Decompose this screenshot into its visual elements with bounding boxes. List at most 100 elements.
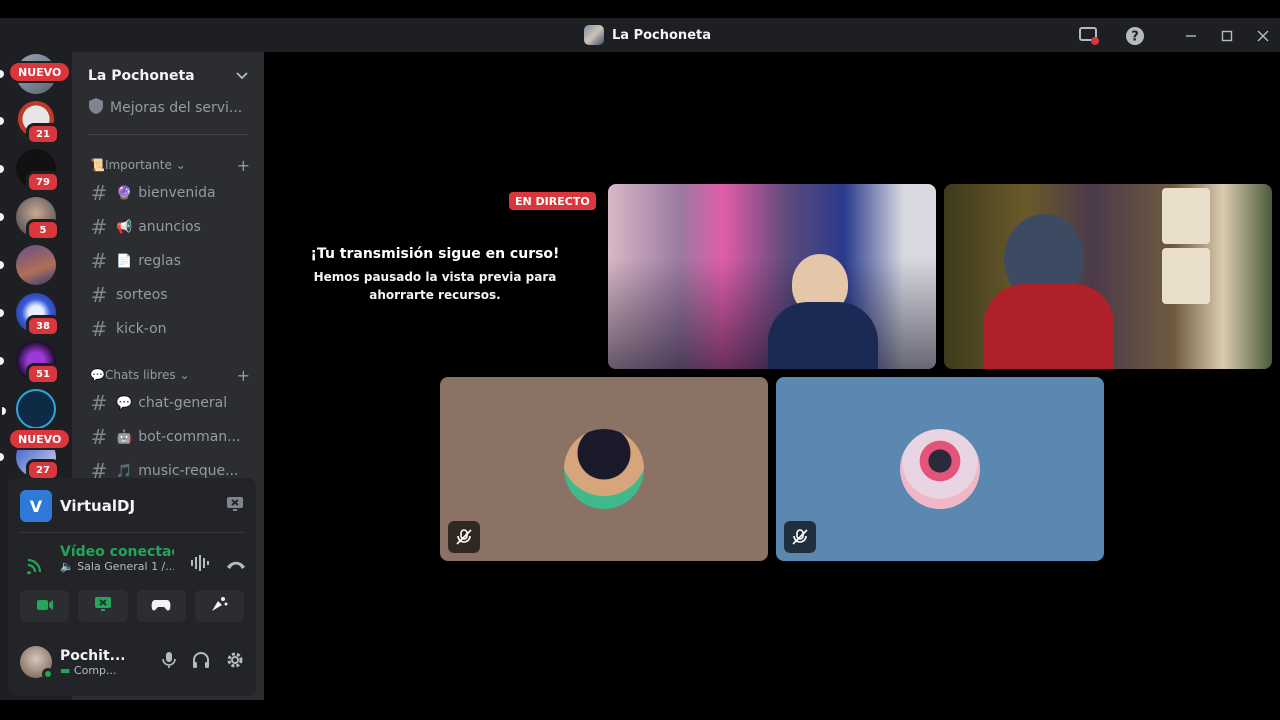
channel-kick-on[interactable]: # kick-on bbox=[80, 313, 256, 345]
plus-icon[interactable]: + bbox=[237, 366, 250, 385]
signal-icon[interactable] bbox=[26, 554, 46, 578]
username: Pochit... bbox=[60, 647, 124, 664]
server-icon-4[interactable]: 5 bbox=[0, 197, 60, 241]
boost-item[interactable]: Mejoras del servi... bbox=[80, 92, 256, 124]
chevron-down-icon: ⌄ bbox=[179, 368, 190, 382]
unread-pill bbox=[0, 357, 4, 365]
video-tile-guest[interactable] bbox=[944, 184, 1272, 369]
stream-paused-message: ¡Tu transmisión sigue en curso! Hemos pa… bbox=[290, 246, 580, 304]
mention-badge: 38 bbox=[26, 315, 60, 337]
speaker-icon: 🔈 bbox=[60, 560, 74, 573]
soundboard-button[interactable] bbox=[194, 590, 244, 622]
camera-button[interactable] bbox=[20, 590, 70, 622]
mention-badge: 51 bbox=[26, 363, 60, 385]
svg-text:?: ? bbox=[1131, 30, 1139, 45]
channel-emoji: 🎵 bbox=[116, 463, 133, 479]
mic-icon[interactable] bbox=[162, 651, 176, 673]
unread-pill bbox=[0, 117, 4, 125]
divider bbox=[88, 134, 248, 135]
channel-label: reglas bbox=[138, 253, 181, 269]
activities-button[interactable] bbox=[136, 590, 186, 622]
muted-mic-icon bbox=[784, 521, 816, 553]
hash-icon: # bbox=[90, 215, 108, 239]
avatar bbox=[900, 429, 980, 509]
hash-icon: # bbox=[90, 181, 108, 205]
voice-status: Vídeo conectac bbox=[60, 544, 174, 560]
user-info: Pochit... ▬ Comp... bbox=[20, 638, 244, 686]
gear-icon[interactable] bbox=[226, 651, 244, 673]
screen-share-icon[interactable] bbox=[1078, 25, 1100, 47]
category-chats-libres[interactable]: 💬Chats libres ⌄ + bbox=[90, 365, 250, 385]
boost-label: Mejoras del servi... bbox=[110, 100, 243, 116]
server-icon-8[interactable] bbox=[2, 389, 56, 429]
channel-sorteos[interactable]: # sorteos bbox=[80, 279, 256, 311]
server-icon-zone[interactable]: 79 bbox=[0, 149, 60, 193]
channel-label: kick-on bbox=[116, 321, 167, 337]
hash-icon: # bbox=[90, 249, 108, 273]
activity-icon: ▬ bbox=[60, 663, 71, 677]
voice-connection: Vídeo conectac 🔈 Sala General 1 /... bbox=[20, 542, 246, 586]
live-badge: EN DIRECTO bbox=[509, 192, 596, 210]
channel-anuncios[interactable]: # 📢 anuncios bbox=[80, 211, 256, 243]
shield-icon bbox=[88, 97, 104, 119]
avatar[interactable] bbox=[20, 646, 54, 680]
channel-label: music-reque... bbox=[138, 463, 239, 479]
mention-badge: 5 bbox=[26, 219, 60, 241]
help-icon[interactable]: ? bbox=[1124, 25, 1146, 47]
divider bbox=[20, 532, 244, 533]
server-icon-2[interactable]: 21 bbox=[0, 101, 60, 145]
person-body bbox=[984, 284, 1114, 369]
app-name: VirtualDJ bbox=[60, 497, 136, 515]
title-bar: La Pochoneta ? bbox=[0, 18, 1280, 52]
stop-stream-icon[interactable] bbox=[226, 496, 244, 516]
unread-pill bbox=[0, 213, 4, 221]
server-icon-6[interactable]: 38 bbox=[0, 293, 60, 337]
voice-channel-label[interactable]: 🔈 Sala General 1 /... bbox=[60, 560, 174, 573]
close-icon[interactable] bbox=[1252, 25, 1274, 47]
server-icon-7[interactable]: 51 bbox=[0, 341, 60, 385]
voice-tile-user1[interactable] bbox=[440, 377, 768, 561]
server-icon bbox=[584, 25, 604, 45]
channel-chat-general[interactable]: # 💬 chat-general bbox=[80, 387, 256, 419]
hangup-icon[interactable] bbox=[226, 556, 246, 575]
unread-pill bbox=[0, 453, 4, 461]
maximize-icon[interactable] bbox=[1216, 25, 1238, 47]
plus-icon[interactable]: + bbox=[237, 156, 250, 175]
window-title: La Pochoneta bbox=[584, 25, 711, 45]
camera-icon bbox=[36, 597, 54, 616]
unread-pill bbox=[2, 407, 6, 415]
unread-pill bbox=[0, 165, 4, 173]
channel-emoji: 📢 bbox=[116, 219, 133, 235]
soundboard-icon bbox=[210, 595, 228, 617]
person-body bbox=[768, 302, 878, 369]
channel-label: sorteos bbox=[116, 287, 168, 303]
screen-share-button[interactable] bbox=[78, 590, 128, 622]
channel-emoji: 💬 bbox=[116, 395, 133, 411]
category-importante[interactable]: 📜Importante ⌄ + bbox=[90, 155, 250, 175]
category-label: Importante bbox=[104, 158, 172, 172]
letter-block-a bbox=[1162, 188, 1210, 244]
channel-emoji: 🤖 bbox=[116, 429, 133, 445]
headphones-icon[interactable] bbox=[192, 651, 210, 673]
video-tile-streamer[interactable] bbox=[608, 184, 936, 369]
minimize-icon[interactable] bbox=[1180, 25, 1202, 47]
user-panel: V VirtualDJ Vídeo conectac 🔈 Sala Genera… bbox=[8, 478, 256, 696]
app-initial: V bbox=[29, 496, 43, 516]
server-icon-5[interactable] bbox=[0, 245, 56, 285]
muted-mic-icon bbox=[448, 521, 480, 553]
hash-icon: # bbox=[90, 283, 108, 307]
avatar bbox=[564, 429, 644, 509]
channel-bot-commands[interactable]: # 🤖 bot-comman... bbox=[80, 421, 256, 453]
activity-row: V VirtualDJ bbox=[20, 490, 244, 522]
waveform-icon[interactable] bbox=[190, 554, 210, 576]
hash-icon: # bbox=[90, 317, 108, 341]
channel-emoji: 🔮 bbox=[116, 185, 133, 201]
voice-tile-user2[interactable] bbox=[776, 377, 1104, 561]
chevron-down-icon: ⌄ bbox=[175, 158, 186, 172]
unread-pill bbox=[0, 309, 4, 317]
channel-reglas[interactable]: # 📄 reglas bbox=[80, 245, 256, 277]
category-label: Chats libres bbox=[104, 368, 176, 382]
channel-bienvenida[interactable]: # 🔮 bienvenida bbox=[80, 177, 256, 209]
mention-badge: 79 bbox=[26, 171, 60, 193]
unread-pill bbox=[0, 70, 4, 78]
